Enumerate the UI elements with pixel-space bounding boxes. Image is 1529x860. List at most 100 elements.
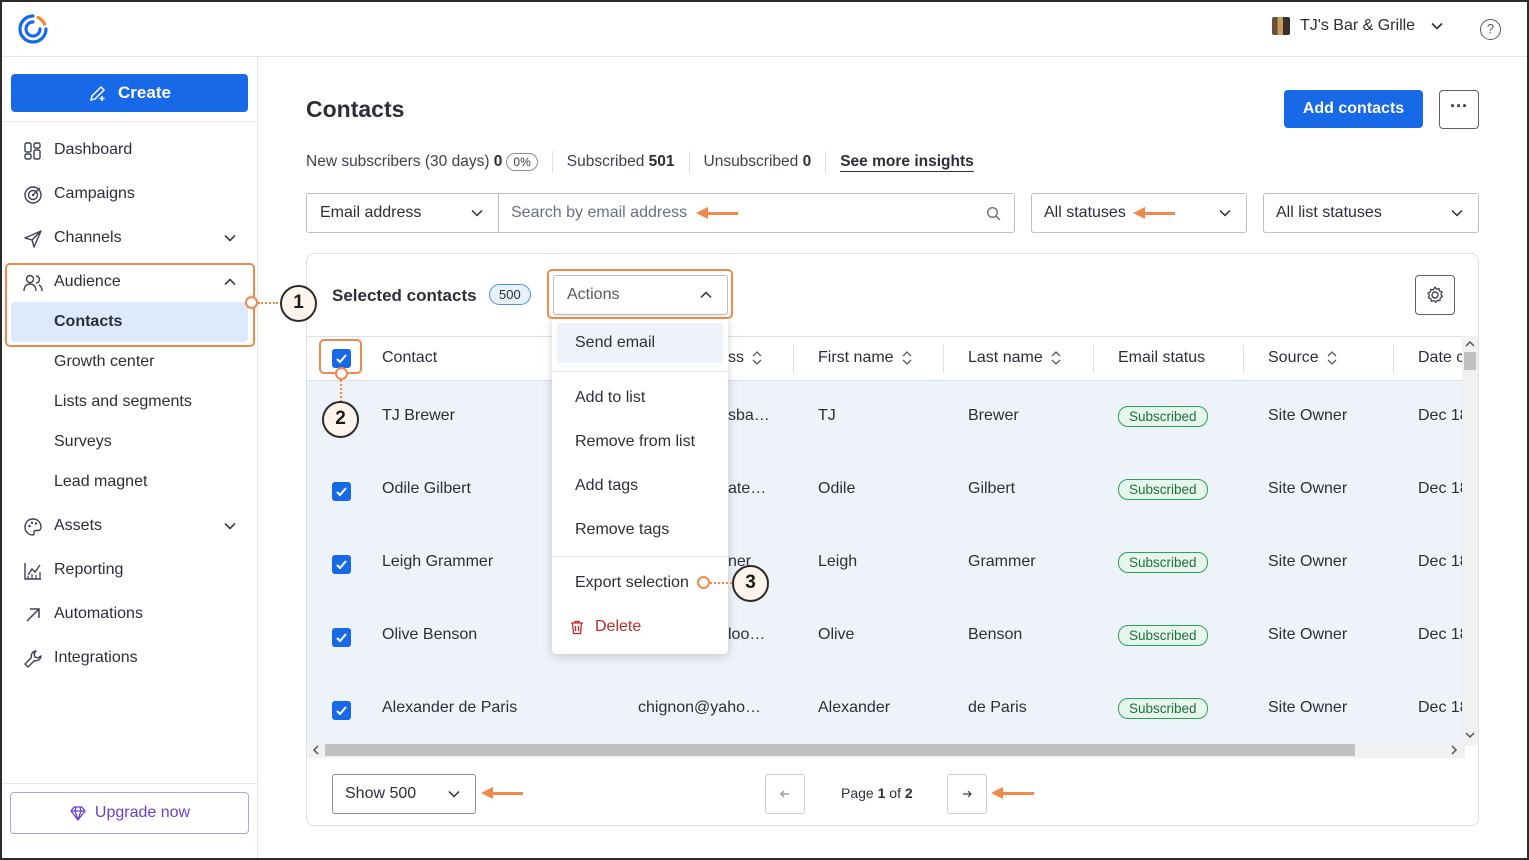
column-header-last-name[interactable]: Last name (968, 349, 1061, 367)
menu-item-remove-from-list[interactable]: Remove from list (552, 422, 728, 462)
contact-name[interactable]: Leigh Grammer (382, 553, 493, 571)
actions-dropdown[interactable]: Actions (553, 275, 728, 315)
menu-item-send-email[interactable]: Send email (557, 323, 723, 363)
sidebar-item-lead-magnet[interactable]: Lead magnet (0, 462, 258, 502)
horizontal-scrollbar-thumb[interactable] (325, 744, 1355, 756)
next-page-button[interactable] (947, 774, 987, 814)
sidebar-item-assets[interactable]: Assets (0, 506, 258, 546)
sidebar-item-label: Contacts (54, 313, 123, 330)
checkmark-icon (336, 487, 347, 497)
sidebar-item-integrations[interactable]: Integrations (0, 638, 258, 678)
column-header-first-name[interactable]: First name (818, 349, 912, 367)
chart-icon (24, 563, 41, 580)
divider (551, 151, 553, 173)
row-checkbox[interactable] (332, 482, 351, 501)
column-header-date-created[interactable]: Date c (1418, 349, 1464, 367)
sort-icon (1327, 351, 1337, 365)
sidebar-item-lists-and-segments[interactable]: Lists and segments (0, 382, 258, 422)
source: Site Owner (1268, 699, 1348, 716)
sidebar-item-dashboard[interactable]: Dashboard (0, 130, 258, 170)
table-row[interactable]: Leigh Grammer ner Leigh Grammer Subscrib… (307, 527, 1469, 600)
column-divider (943, 345, 944, 373)
add-contacts-button[interactable]: Add contacts (1284, 90, 1423, 128)
scroll-right-icon[interactable] (1450, 745, 1458, 755)
row-checkbox[interactable] (332, 628, 351, 647)
search-icon[interactable] (986, 206, 1001, 221)
upgrade-button[interactable]: Upgrade now (10, 792, 249, 834)
sidebar: Create Dashboard Campaigns Channels Audi… (0, 57, 258, 860)
actions-menu: Send email Add to list Remove from list … (552, 317, 728, 654)
annotation-dot (335, 367, 348, 380)
create-button[interactable]: Create (11, 74, 248, 112)
annotation-arrow (481, 787, 523, 799)
sidebar-item-growth-center[interactable]: Growth center (0, 342, 258, 382)
scroll-up-icon[interactable] (1465, 340, 1475, 348)
send-icon (24, 230, 42, 248)
sidebar-item-campaigns[interactable]: Campaigns (0, 174, 258, 214)
scroll-down-icon[interactable] (1465, 731, 1475, 739)
menu-item-add-tags[interactable]: Add tags (552, 466, 728, 506)
column-label: Source (1268, 349, 1319, 366)
table-row[interactable]: Odile Gilbert ate… Odile Gilbert Subscri… (307, 454, 1469, 527)
column-label: Last name (968, 349, 1043, 366)
column-label: Email status (1118, 349, 1206, 366)
column-divider (1093, 345, 1094, 373)
sidebar-item-reporting[interactable]: Reporting (0, 550, 258, 590)
search-field-select[interactable]: Email address (306, 193, 499, 233)
actions-label: Actions (567, 286, 620, 303)
see-more-insights-link[interactable]: See more insights (840, 153, 974, 171)
trash-icon (571, 620, 583, 635)
table-row[interactable]: Olive Benson loo… Olive Benson Subscribe… (307, 600, 1469, 673)
help-icon[interactable]: ? (1480, 19, 1501, 40)
contact-name[interactable]: Alexander de Paris (382, 699, 517, 717)
contact-email: ate… (728, 480, 767, 497)
brand-logo-icon[interactable] (16, 12, 50, 46)
sidebar-item-audience[interactable]: Audience (0, 262, 258, 302)
chevron-up-icon (224, 278, 236, 286)
select-all-checkbox[interactable] (332, 349, 351, 368)
people-icon (23, 274, 43, 292)
contact-name[interactable]: Olive Benson (382, 626, 477, 644)
new-subscribers-label: New subscribers (30 days) (306, 153, 490, 170)
contact-name[interactable]: Odile Gilbert (382, 480, 471, 498)
sidebar-item-automations[interactable]: Automations (0, 594, 258, 634)
more-options-button[interactable]: ··· (1439, 90, 1479, 129)
vertical-scrollbar-thumb[interactable] (1464, 352, 1476, 370)
table-row[interactable]: Alexander de Paris chignon@yaho… Alexand… (307, 673, 1469, 746)
table-row[interactable]: TJ Brewer sba… TJ Brewer Subscribed Site… (307, 381, 1469, 454)
source: Site Owner (1268, 407, 1348, 424)
contact-email: sba… (728, 407, 770, 424)
sidebar-item-contacts[interactable]: Contacts (11, 302, 248, 342)
sidebar-item-surveys[interactable]: Surveys (0, 422, 258, 462)
chevron-down-icon (471, 209, 483, 217)
last-name: Gilbert (968, 480, 1016, 497)
sidebar-item-label: Lead magnet (54, 473, 148, 490)
table-settings-button[interactable] (1415, 275, 1455, 315)
menu-item-delete[interactable]: Delete (552, 607, 728, 647)
menu-item-add-to-list[interactable]: Add to list (552, 378, 728, 418)
sort-icon (902, 351, 912, 365)
column-header-contact[interactable]: Contact (382, 349, 437, 367)
list-status-filter-select[interactable]: All list statuses (1263, 193, 1479, 233)
account-switcher[interactable]: TJ's Bar & Grille (1272, 17, 1445, 35)
status-filter-value: All statuses (1044, 204, 1126, 221)
page-size-select[interactable]: Show 500 (332, 774, 476, 814)
column-header-email-address[interactable]: ss (728, 349, 762, 367)
sidebar-item-channels[interactable]: Channels (0, 218, 258, 258)
previous-page-button[interactable] (765, 774, 805, 814)
sort-icon (752, 351, 762, 365)
contact-email: chignon@yaho… (638, 699, 761, 716)
menu-item-remove-tags[interactable]: Remove tags (552, 510, 728, 550)
upgrade-label: Upgrade now (94, 804, 191, 821)
scroll-left-icon[interactable] (312, 745, 320, 755)
row-checkbox[interactable] (332, 701, 351, 720)
vertical-scrollbar[interactable] (1462, 336, 1478, 746)
account-avatar (1272, 17, 1290, 35)
account-name: TJ's Bar & Grille (1300, 17, 1416, 34)
pagination-text: Page 1 of 2 (841, 785, 913, 801)
chevron-down-icon (224, 522, 236, 530)
column-header-source[interactable]: Source (1268, 349, 1337, 367)
contact-name[interactable]: TJ Brewer (382, 407, 455, 425)
top-bar: TJ's Bar & Grille ? (0, 0, 1529, 57)
row-checkbox[interactable] (332, 555, 351, 574)
